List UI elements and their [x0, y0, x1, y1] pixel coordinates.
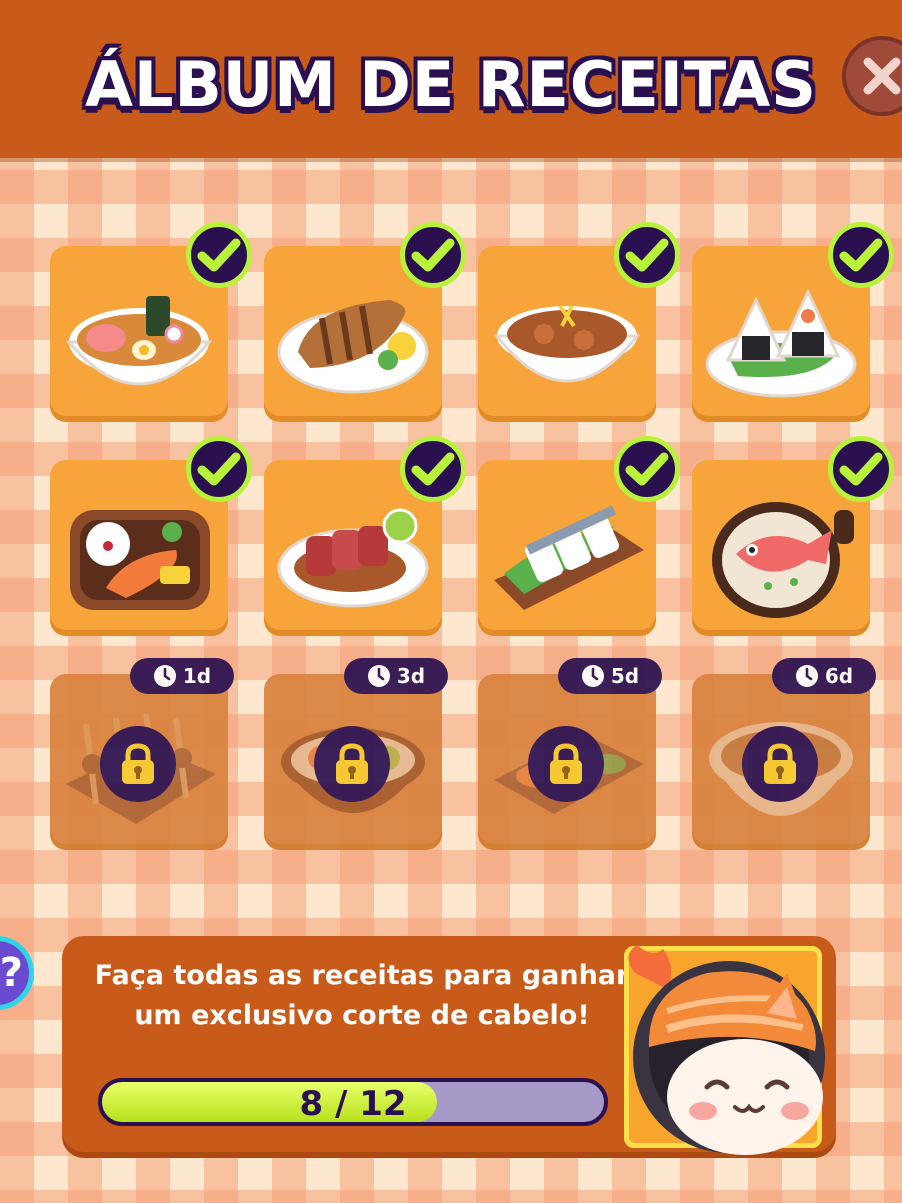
- page-title: ÁLBUM DE RECEITAS: [85, 48, 817, 121]
- checkmark-icon: [828, 222, 894, 288]
- recipe-card-soup-bowl[interactable]: 6d: [692, 658, 876, 850]
- reward-description: Faça todas as receitas para ganhar um ex…: [94, 960, 630, 1031]
- recipe-card-grilled-fish[interactable]: [264, 222, 466, 422]
- question-mark-icon: ?: [0, 950, 23, 996]
- recipe-card-onigiri[interactable]: [692, 222, 894, 422]
- recipe-card-seared-beef[interactable]: [264, 436, 466, 636]
- unlock-timer-badge: 5d: [558, 658, 662, 694]
- checkmark-icon: [828, 436, 894, 502]
- clock-icon: [153, 665, 176, 687]
- lock-icon: [100, 726, 176, 802]
- timer-label: 3d: [396, 664, 426, 688]
- lock-icon: [314, 726, 390, 802]
- recipe-card-mackerel-sushi[interactable]: [478, 436, 680, 636]
- recipe-card-chirashi-bowl[interactable]: 3d: [264, 658, 448, 850]
- checkmark-icon: [400, 222, 466, 288]
- unlock-timer-badge: 1d: [130, 658, 234, 694]
- reward-haircut-preview[interactable]: [624, 945, 825, 1155]
- checkmark-icon: [614, 436, 680, 502]
- lock-icon: [742, 726, 818, 802]
- recipe-card-sushi-platter[interactable]: 5d: [478, 658, 662, 850]
- checkmark-icon: [186, 222, 252, 288]
- recipe-card-sea-bream-rice[interactable]: [692, 436, 894, 636]
- clock-icon: [367, 665, 390, 687]
- clock-icon: [795, 665, 818, 687]
- lock-icon: [528, 726, 604, 802]
- header-bar: ÁLBUM DE RECEITAS: [0, 0, 902, 158]
- recipe-card-curry-bowl[interactable]: [478, 222, 680, 422]
- unlock-timer-badge: 6d: [772, 658, 876, 694]
- progress-label: 8 / 12: [299, 1084, 407, 1124]
- timer-label: 1d: [182, 664, 212, 688]
- unlock-timer-badge: 3d: [344, 658, 448, 694]
- timer-label: 5d: [610, 664, 640, 688]
- help-button[interactable]: ?: [0, 936, 34, 1010]
- recipe-card-ramen[interactable]: [50, 222, 252, 422]
- checkmark-icon: [400, 436, 466, 502]
- recipe-card-skewers[interactable]: 1d: [50, 658, 234, 850]
- timer-label: 6d: [824, 664, 854, 688]
- recipe-card-salmon-bento[interactable]: [50, 436, 252, 636]
- close-icon: [863, 57, 901, 95]
- cat-sushi-haircut-icon: [628, 945, 825, 1155]
- reward-panel: Faça todas as receitas para ganhar um ex…: [62, 936, 836, 1158]
- clock-icon: [581, 665, 604, 687]
- checkmark-icon: [614, 222, 680, 288]
- checkmark-icon: [186, 436, 252, 502]
- recipe-progress-bar: 8 / 12: [98, 1078, 608, 1126]
